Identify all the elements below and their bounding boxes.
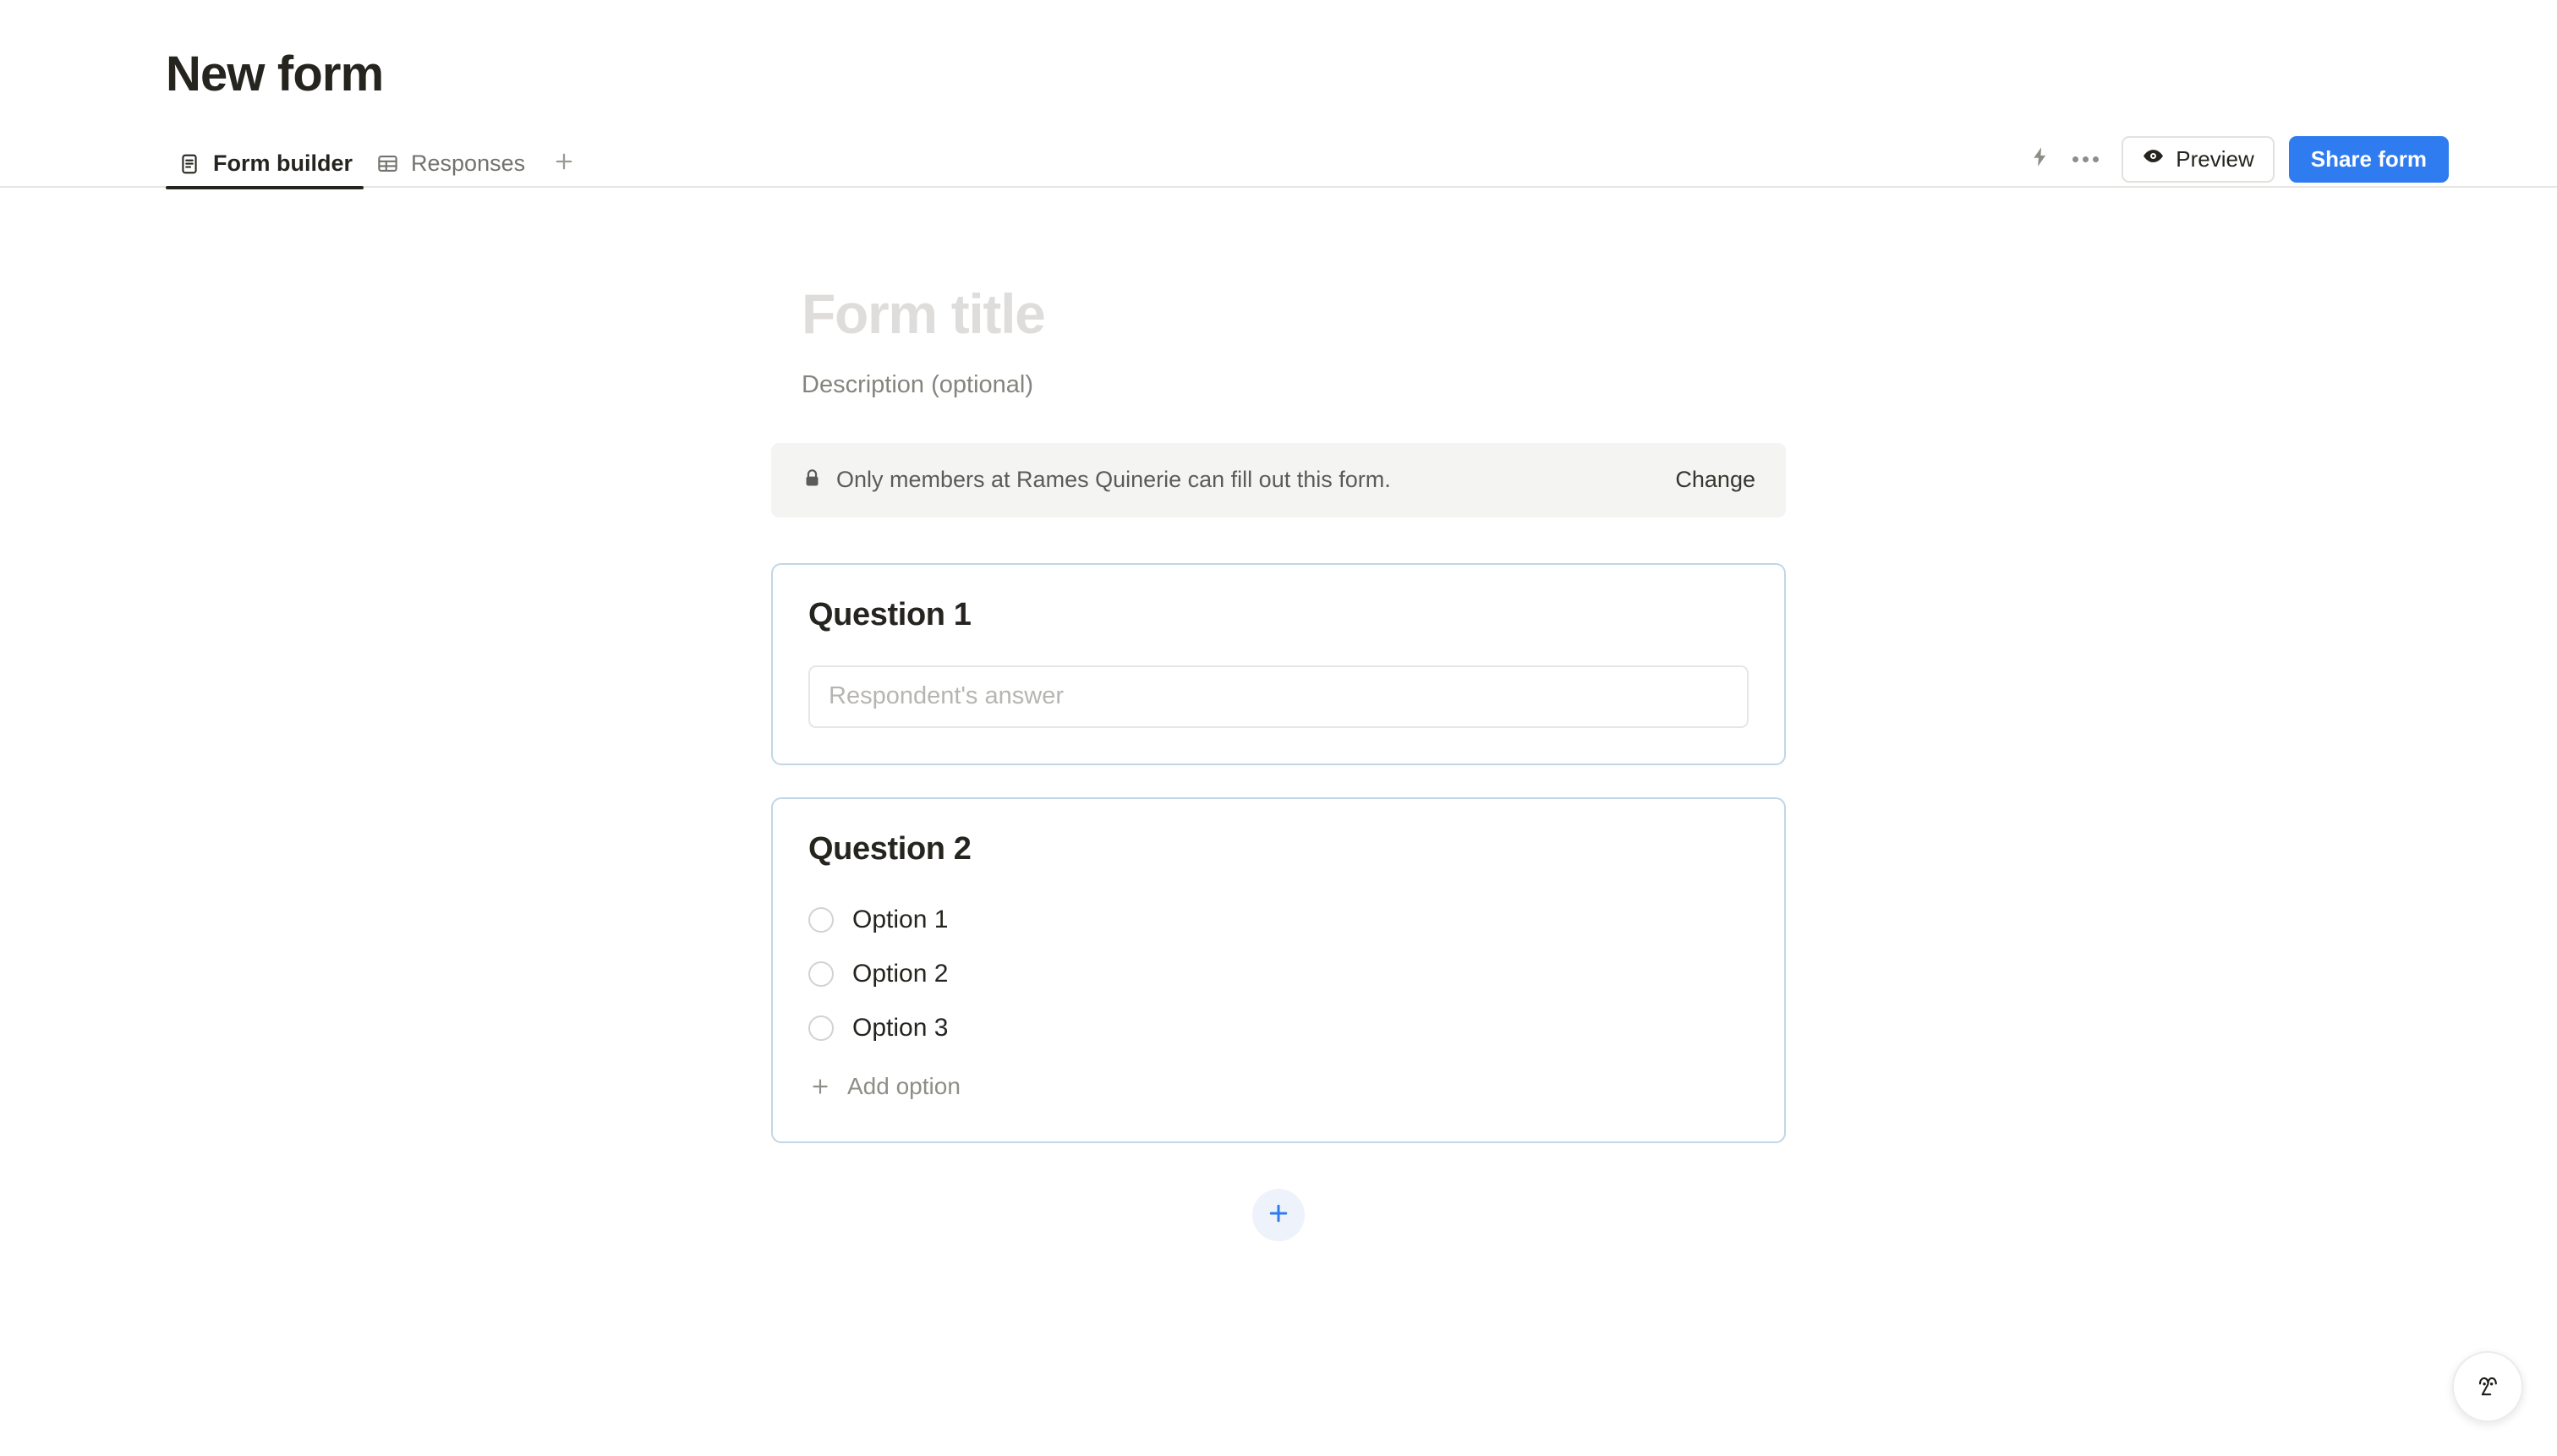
page-title: New form (166, 47, 384, 101)
respondent-answer-input[interactable]: Respondent's answer (808, 665, 1749, 728)
form-description-input[interactable]: Description (optional) (771, 371, 1786, 399)
tab-form-builder[interactable]: Form builder (166, 151, 364, 189)
tab-bar: Form builder Responses Preview Share for… (0, 135, 2557, 189)
question-card[interactable]: Question 2 Option 1 Option 2 Option 3 Ad… (771, 796, 1786, 1143)
permission-change-button[interactable]: Change (1675, 467, 1755, 493)
option-row[interactable]: Option 1 (808, 893, 1749, 947)
add-option-button[interactable]: Add option (808, 1060, 1749, 1113)
document-icon (177, 151, 202, 177)
header-actions: Preview Share form (2017, 135, 2449, 188)
preview-button-label: Preview (2176, 145, 2254, 172)
form-title-input[interactable]: Form title (771, 281, 1786, 348)
assistant-button[interactable] (2452, 1351, 2523, 1422)
question-card[interactable]: Question 1 Respondent's answer (771, 562, 1786, 765)
tab-responses-label: Responses (411, 151, 526, 177)
lightning-bolt-icon (2029, 145, 2051, 172)
form-canvas: Form title Description (optional) Only m… (0, 188, 2557, 1241)
form-column: Form title Description (optional) Only m… (771, 281, 1786, 1241)
radio-icon[interactable] (808, 1015, 834, 1041)
tab-responses[interactable]: Responses (364, 151, 536, 188)
add-question-button[interactable] (1252, 1188, 1305, 1241)
page-header: New form (0, 0, 2557, 101)
option-row[interactable]: Option 2 (808, 947, 1749, 1001)
radio-icon[interactable] (808, 961, 834, 987)
share-form-button-label: Share form (2310, 145, 2427, 172)
tab-form-builder-label: Form builder (213, 151, 353, 177)
question-title[interactable]: Question 1 (808, 597, 1749, 633)
permission-banner-text: Only members at Rames Quinerie can fill … (836, 467, 1391, 493)
option-list: Option 1 Option 2 Option 3 Add option (808, 893, 1749, 1113)
option-label: Option 2 (852, 959, 949, 988)
option-label: Option 1 (852, 905, 949, 933)
preview-button[interactable]: Preview (2122, 135, 2275, 183)
add-option-label: Add option (847, 1072, 961, 1099)
permission-banner: Only members at Rames Quinerie can fill … (771, 442, 1786, 517)
option-label: Option 3 (852, 1013, 949, 1042)
plus-icon (808, 1075, 832, 1098)
share-form-button[interactable]: Share form (2288, 135, 2449, 183)
permission-banner-content: Only members at Rames Quinerie can fill … (802, 467, 1391, 493)
eye-icon (2142, 145, 2165, 173)
add-block-row (771, 1188, 1786, 1241)
ellipsis-icon (2072, 156, 2099, 162)
assistant-face-icon (2469, 1366, 2506, 1408)
tab-list: Form builder Responses (166, 142, 583, 189)
automations-button[interactable] (2017, 136, 2062, 182)
radio-icon[interactable] (808, 906, 834, 933)
plus-icon (1266, 1201, 1291, 1229)
lock-icon (802, 468, 823, 493)
table-icon (375, 151, 400, 177)
question-title[interactable]: Question 2 (808, 831, 1749, 868)
more-options-button[interactable] (2062, 136, 2108, 182)
add-tab-button[interactable] (545, 142, 583, 181)
option-row[interactable]: Option 3 (808, 1001, 1749, 1055)
